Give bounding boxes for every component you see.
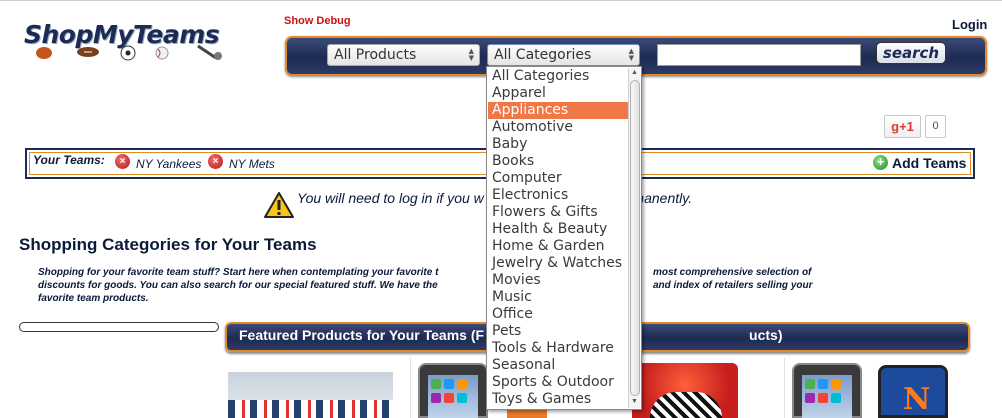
- categories-dropdown-list[interactable]: All Categories Apparel Appliances Automotiv…: [486, 66, 642, 410]
- remove-team-icon[interactable]: ×: [208, 154, 223, 169]
- product-divider: [410, 358, 411, 418]
- your-teams-label: Your Teams:: [33, 153, 105, 167]
- add-teams-icon[interactable]: +: [873, 155, 888, 170]
- select-arrows-icon: ▲ ▼: [468, 47, 474, 62]
- section-title: Shopping Categories for Your Teams: [19, 235, 317, 254]
- dropdown-option[interactable]: Flowers & Gifts: [488, 204, 628, 221]
- ny-logo-icon: N: [903, 382, 931, 417]
- google-g-icon: g: [891, 119, 900, 134]
- select-arrows-icon: ▲ ▼: [628, 47, 634, 62]
- product-phone-image[interactable]: [418, 363, 488, 418]
- dropdown-option[interactable]: Sports & Outdoor: [488, 374, 628, 391]
- product-divider: [784, 358, 785, 418]
- products-select[interactable]: All Products ▲ ▼: [327, 44, 480, 66]
- featured-title-left: Featured Products for Your Teams (F: [239, 327, 485, 343]
- gplus-count: 0: [925, 115, 946, 138]
- product-ny-case[interactable]: N: [878, 365, 948, 418]
- show-debug-link[interactable]: Show Debug: [284, 15, 351, 27]
- add-teams-link[interactable]: Add Teams: [892, 155, 966, 171]
- scrollbar-thumb[interactable]: [630, 80, 640, 396]
- description-line: Shopping for your favorite team stuff? S…: [38, 267, 439, 278]
- sidebar-pill: [19, 322, 219, 332]
- top-rule: [0, 0, 1002, 1]
- dropdown-option[interactable]: Home & Garden: [488, 238, 628, 255]
- product-collar-image: [228, 400, 393, 418]
- description-line: discounts for goods. You can also search…: [38, 280, 438, 291]
- team-name: NY Yankees: [136, 157, 202, 171]
- dropdown-option[interactable]: Computer: [488, 170, 628, 187]
- search-input[interactable]: [657, 44, 861, 66]
- login-link[interactable]: Login: [952, 17, 987, 32]
- featured-title-right: ucts): [749, 327, 783, 343]
- dropdown-option[interactable]: Automotive: [488, 119, 628, 136]
- dropdown-option[interactable]: Baby: [488, 136, 628, 153]
- search-button[interactable]: search: [876, 42, 946, 64]
- dropdown-option[interactable]: Health & Beauty: [488, 221, 628, 238]
- categories-select-value: All Categories: [494, 47, 592, 63]
- dropdown-option[interactable]: Appliances: [488, 102, 628, 119]
- dropdown-option[interactable]: Books: [488, 153, 628, 170]
- scroll-down-icon[interactable]: ▼: [631, 398, 638, 405]
- dropdown-option[interactable]: Office: [488, 306, 628, 323]
- remove-team-icon[interactable]: ×: [115, 154, 130, 169]
- team-name: NY Mets: [229, 157, 275, 171]
- sports-balls-icon: [36, 44, 222, 61]
- description-line: favorite team products.: [38, 293, 149, 304]
- dropdown-option[interactable]: Tools & Hardware: [488, 340, 628, 357]
- warning-icon: [264, 192, 294, 218]
- description-line: most comprehensive selection of: [653, 267, 812, 278]
- dropdown-option[interactable]: All Categories: [488, 68, 628, 85]
- dropdown-option[interactable]: Jewelry & Watches: [488, 255, 628, 272]
- categories-select[interactable]: All Categories ▲ ▼: [487, 44, 640, 66]
- dropdown-option[interactable]: Music: [488, 289, 628, 306]
- dropdown-option[interactable]: Seasonal: [488, 357, 628, 374]
- dropdown-option[interactable]: Pets: [488, 323, 628, 340]
- description-line: and index of retailers selling your: [653, 280, 813, 291]
- google-plus-button[interactable]: g+1: [884, 115, 921, 138]
- dropdown-option[interactable]: Apparel: [488, 85, 628, 102]
- dropdown-scrollbar[interactable]: ▲ ▼: [628, 68, 640, 408]
- gplus-label: +1: [899, 119, 914, 134]
- products-select-value: All Products: [334, 47, 417, 63]
- site-logo[interactable]: ShopMyTeams: [24, 20, 229, 64]
- scroll-up-icon[interactable]: ▲: [631, 69, 638, 76]
- dropdown-option[interactable]: Toys & Games: [488, 391, 628, 408]
- product-phone-image[interactable]: [792, 363, 862, 418]
- dropdown-option[interactable]: Movies: [488, 272, 628, 289]
- dropdown-option[interactable]: Electronics: [488, 187, 628, 204]
